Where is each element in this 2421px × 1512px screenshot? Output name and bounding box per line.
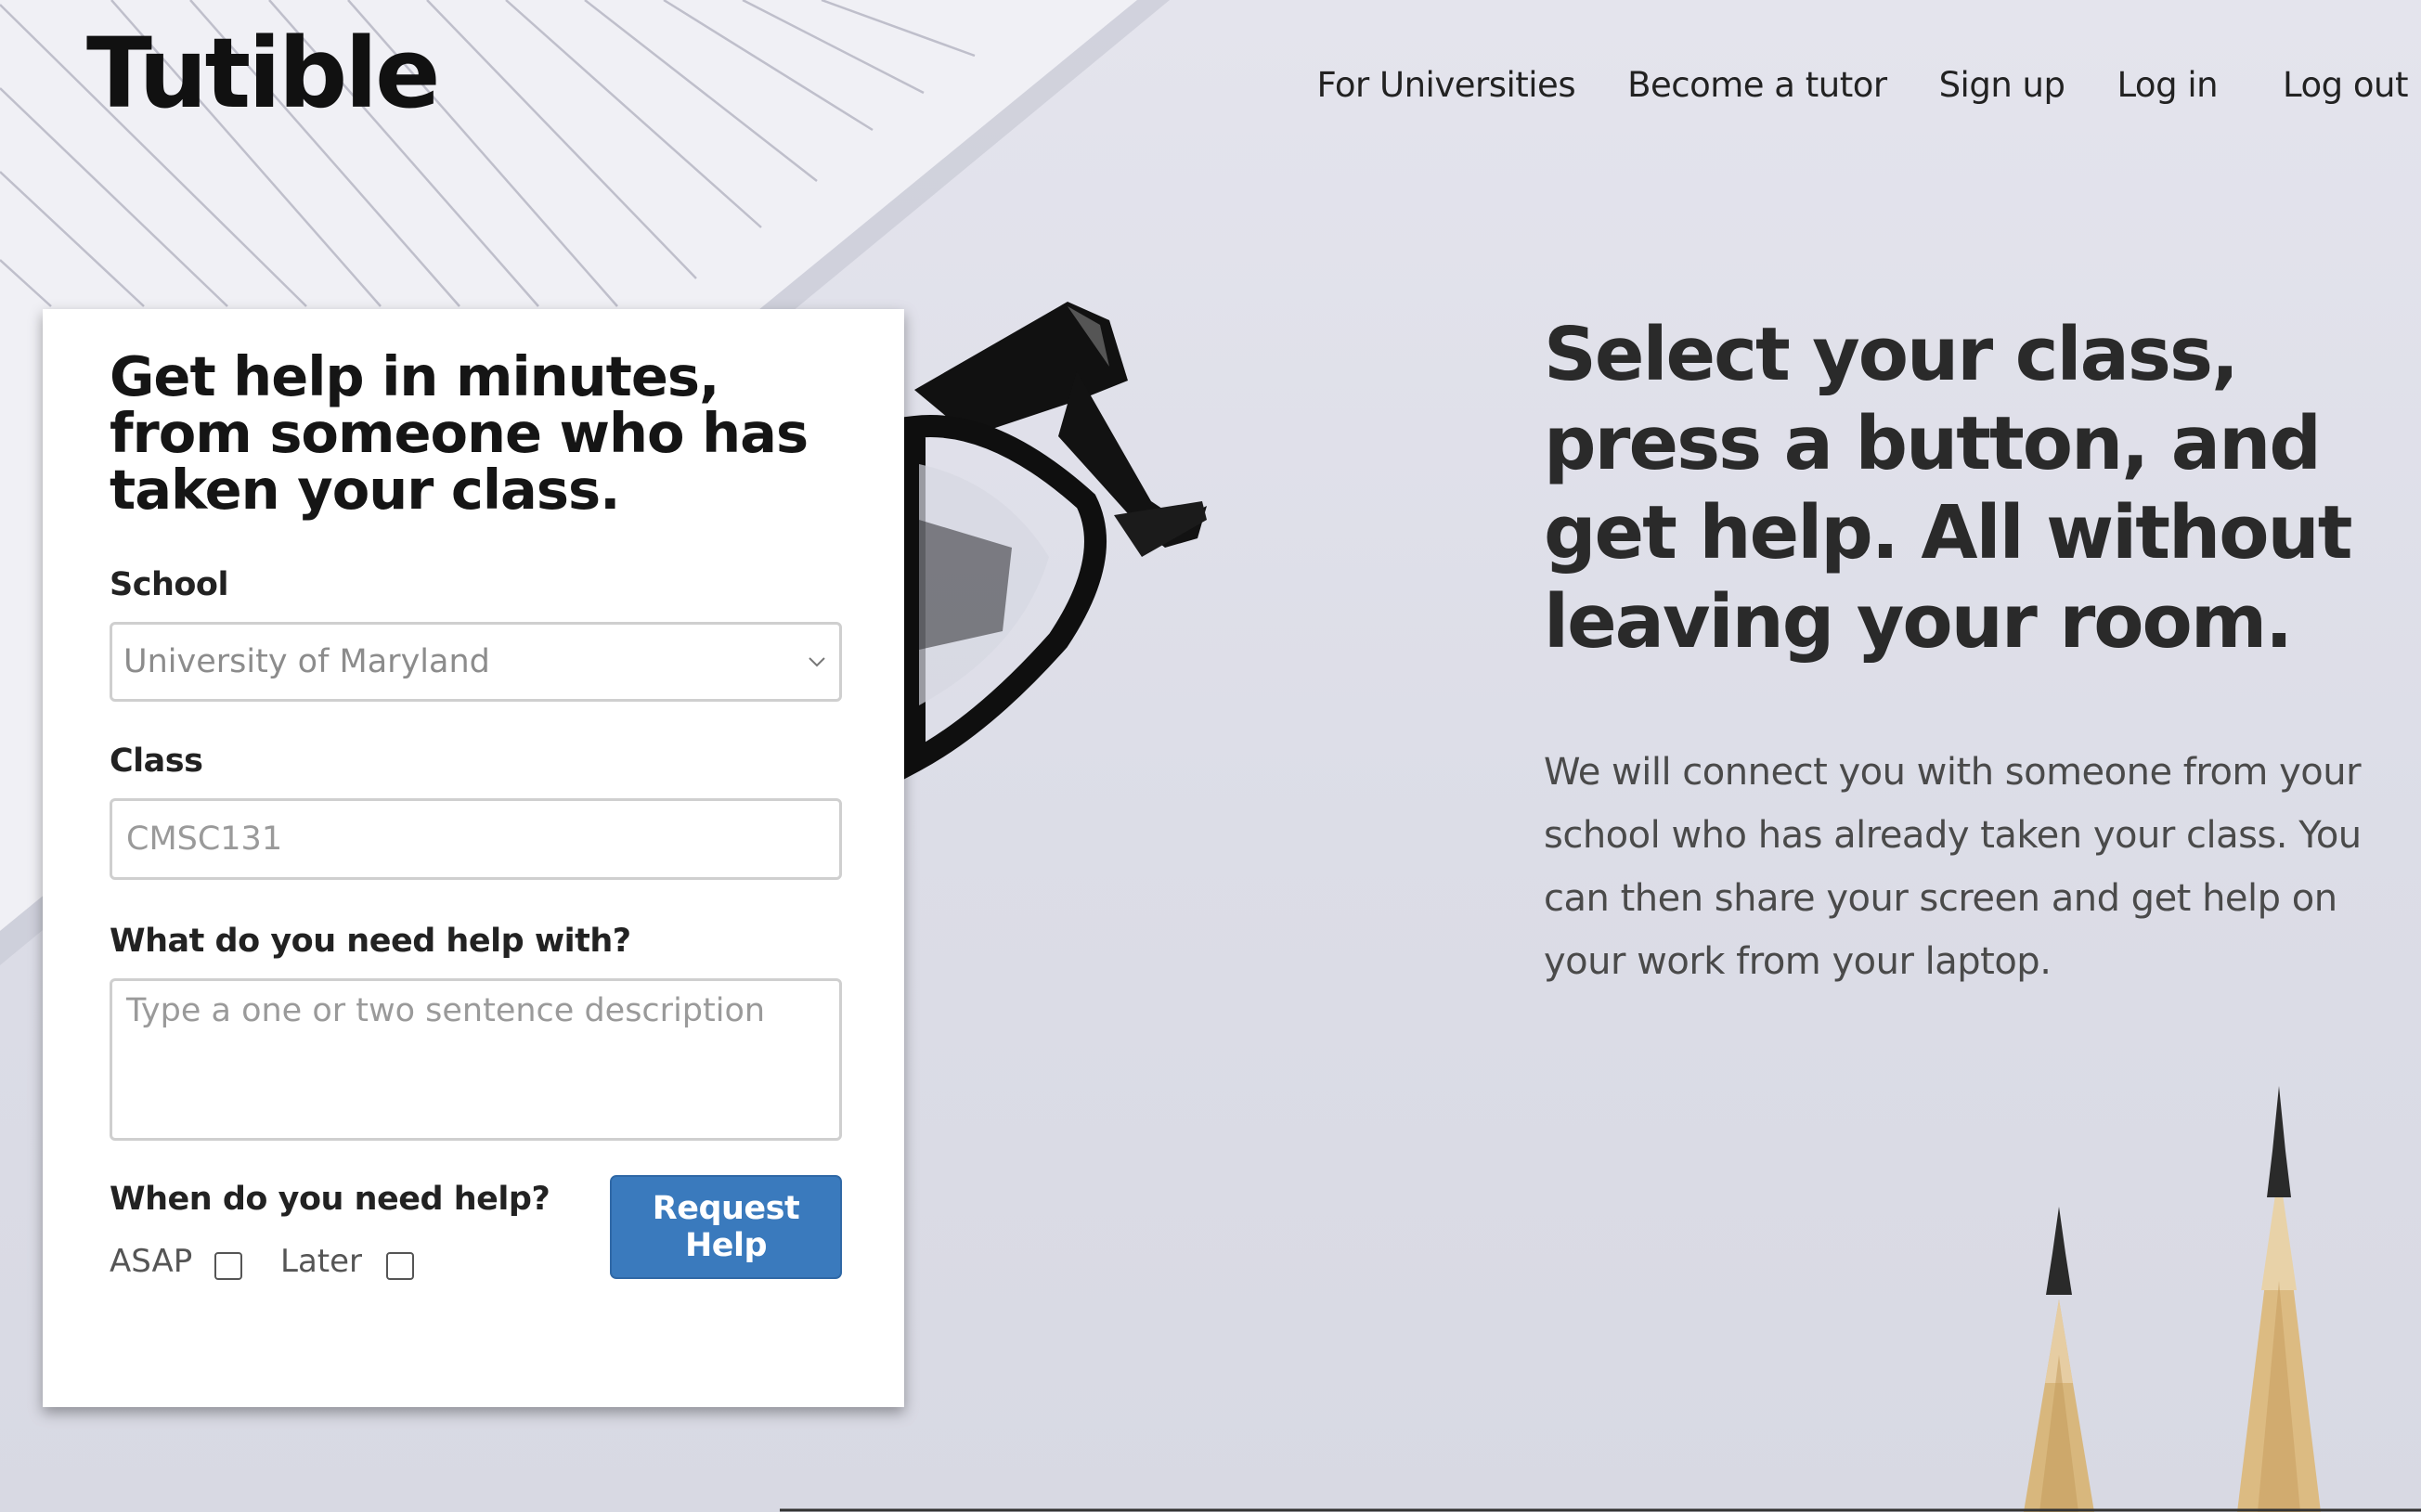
school-label: School <box>110 566 228 603</box>
pencils <box>2024 1086 2321 1512</box>
request-help-button[interactable]: Request Help <box>610 1175 842 1279</box>
class-label: Class <box>110 743 203 780</box>
nav-for-universities[interactable]: For Universities <box>1316 65 1575 105</box>
when-label: When do you need help? <box>110 1181 550 1218</box>
hero-heading: Select your class, press a button, and g… <box>1544 312 2353 665</box>
help-request-card: Get help in minutes, from someone who ha… <box>43 309 904 1407</box>
later-label: Later <box>280 1243 363 1280</box>
nav-log-in[interactable]: Log in <box>2117 65 2218 105</box>
site-logo[interactable]: Tutible <box>86 20 441 127</box>
later-checkbox[interactable] <box>386 1252 414 1280</box>
help-with-label: What do you need help with? <box>110 923 631 960</box>
hero-description: We will connect you with someone from yo… <box>1544 751 2362 983</box>
help-description-textarea[interactable] <box>110 978 842 1141</box>
nav-become-a-tutor[interactable]: Become a tutor <box>1627 65 1887 105</box>
asap-label: ASAP <box>110 1243 193 1280</box>
school-select-value: University of Maryland <box>123 643 490 680</box>
chevron-down-icon <box>809 657 825 667</box>
main-nav: For Universities Become a tutor Sign up … <box>1264 65 2408 105</box>
nav-log-out[interactable]: Log out <box>2283 65 2408 105</box>
school-select[interactable]: University of Maryland <box>110 622 842 702</box>
nav-sign-up[interactable]: Sign up <box>1939 65 2065 105</box>
when-row: When do you need help? ASAP Later Reques… <box>110 1175 842 1289</box>
class-input[interactable] <box>110 798 842 880</box>
asap-checkbox[interactable] <box>214 1252 242 1280</box>
eyeglasses <box>903 302 1207 781</box>
card-title: Get help in minutes, from someone who ha… <box>110 344 809 522</box>
